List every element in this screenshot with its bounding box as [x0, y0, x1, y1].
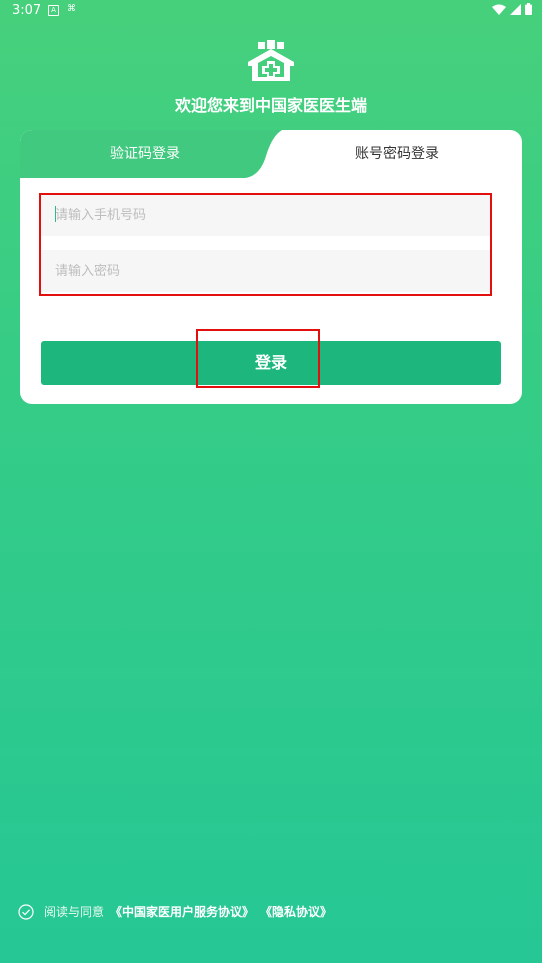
notification-a-icon: A [48, 5, 59, 16]
status-time: 3:07 [12, 3, 42, 18]
wifi-icon [492, 4, 506, 15]
status-bar: 3:07 A ⌘ [0, 0, 542, 22]
highlight-fields-box [39, 193, 492, 296]
family-doctor-logo-icon [248, 40, 294, 81]
agree-prefix: 阅读与同意 [44, 905, 105, 919]
battery-icon [525, 3, 532, 15]
tab-sms-login[interactable]: 验证码登录 [20, 143, 270, 163]
signal-icon [510, 3, 521, 15]
status-icons [492, 3, 532, 15]
notification-icon: ⌘ [67, 4, 76, 14]
agree-check-icon[interactable] [18, 903, 34, 920]
welcome-title: 欢迎您来到中国家医医生端 [174, 96, 367, 115]
service-agreement-link[interactable]: 《中国家医用户服务协议》 [110, 903, 254, 920]
privacy-agreement-link[interactable]: 《隐私协议》 [260, 903, 332, 920]
agreement-row: 阅读与同意 《中国家医用户服务协议》 《隐私协议》 [18, 903, 338, 920]
tab-password-login[interactable]: 账号密码登录 [295, 143, 499, 163]
highlight-login-box [196, 329, 320, 388]
